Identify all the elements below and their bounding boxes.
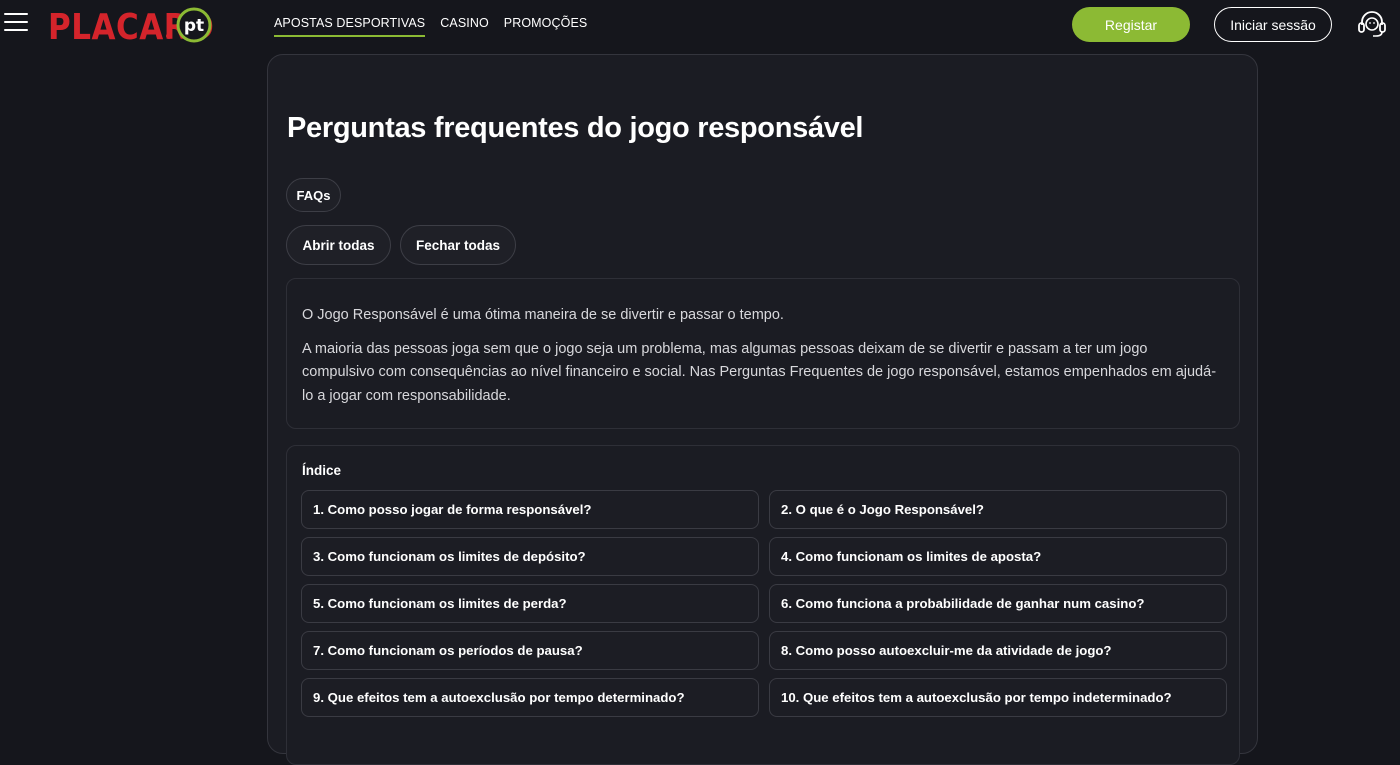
main-nav: APOSTAS DESPORTIVAS CASINO PROMOÇÕES [274,16,602,37]
question-link[interactable]: 5. Como funcionam os limites de perda? [301,584,759,623]
nav-casino[interactable]: CASINO [440,16,489,37]
nav-promocoes[interactable]: PROMOÇÕES [504,16,588,37]
index-title: Índice [302,463,342,478]
question-link[interactable]: 4. Como funcionam os limites de aposta? [769,537,1227,576]
question-link[interactable]: 10. Que efeitos tem a autoexclusão por t… [769,678,1227,717]
question-link[interactable]: 1. Como posso jogar de forma responsável… [301,490,759,529]
intro-paragraph: O Jogo Responsável é uma ótima maneira d… [302,307,784,323]
question-link[interactable]: 6. Como funciona a probabilidade de ganh… [769,584,1227,623]
question-link[interactable]: 3. Como funcionam os limites de depósito… [301,537,759,576]
logo-pt-badge: pt [176,7,212,43]
faq-content-card: Perguntas frequentes do jogo responsável… [267,54,1258,765]
intro-paragraph: A maioria das pessoas joga sem que o jog… [302,340,1217,404]
question-index-grid: 1. Como posso jogar de forma responsável… [301,490,1227,717]
index-box: Índice 1. Como posso jogar de forma resp… [286,445,1240,765]
question-link[interactable]: 8. Como posso autoexcluir-me da atividad… [769,631,1227,670]
svg-text:pt: pt [184,16,204,36]
register-button[interactable]: Registar [1072,7,1190,42]
nav-apostas-desportivas[interactable]: APOSTAS DESPORTIVAS [274,16,426,37]
intro-box: O Jogo Responsável é uma ótima maneira d… [286,278,1240,429]
page-title: Perguntas frequentes do jogo responsável [287,112,864,144]
close-all-button[interactable]: Fechar todas [400,225,516,265]
headset-support-icon[interactable] [1356,8,1388,40]
top-navigation-bar: PLACARD pt APOSTAS DESPORTIVAS CASINO PR… [0,0,1400,48]
open-all-button[interactable]: Abrir todas [286,225,391,265]
question-link[interactable]: 9. Que efeitos tem a autoexclusão por te… [301,678,759,717]
placard-logo[interactable]: PLACARD pt [48,5,218,48]
faqs-chip[interactable]: FAQs [286,178,341,212]
hamburger-menu-icon[interactable] [4,11,28,33]
question-link[interactable]: 7. Como funcionam os períodos de pausa? [301,631,759,670]
login-button[interactable]: Iniciar sessão [1214,7,1332,42]
question-link[interactable]: 2. O que é o Jogo Responsável? [769,490,1227,529]
